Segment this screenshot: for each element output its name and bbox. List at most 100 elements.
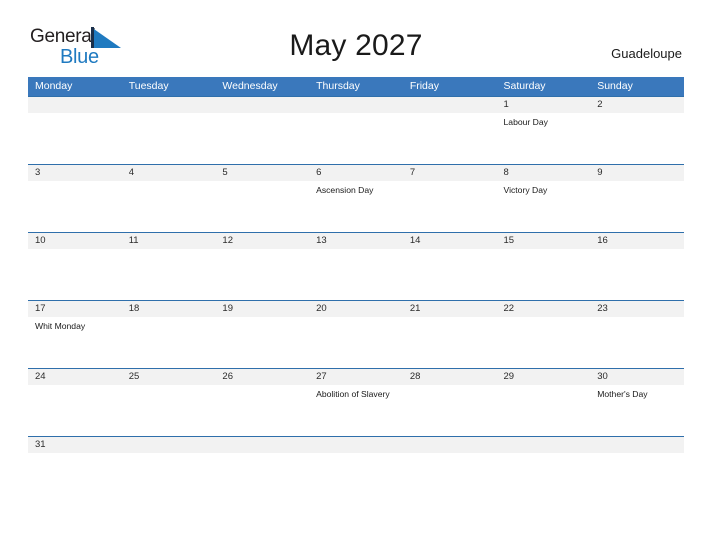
day-number[interactable]: 16: [590, 233, 684, 249]
week-event-strip: Abolition of Slavery Mother's Day: [28, 385, 684, 436]
day-event: [215, 113, 309, 164]
day-number[interactable]: [403, 97, 497, 113]
day-number[interactable]: 28: [403, 369, 497, 385]
day-event: [122, 113, 216, 164]
day-event: [403, 249, 497, 300]
week-event-strip: Whit Monday: [28, 317, 684, 368]
day-event: Labour Day: [503, 117, 548, 127]
week-event-strip: Labour Day: [28, 113, 684, 164]
day-number[interactable]: [590, 437, 684, 453]
day-number[interactable]: 23: [590, 301, 684, 317]
day-event: [590, 181, 684, 232]
day-number[interactable]: 1: [497, 97, 591, 113]
day-event: [215, 249, 309, 300]
day-number[interactable]: [403, 437, 497, 453]
day-number[interactable]: [122, 97, 216, 113]
day-number[interactable]: 8: [497, 165, 591, 181]
day-number[interactable]: [28, 97, 122, 113]
day-number[interactable]: 11: [122, 233, 216, 249]
day-event: [497, 385, 591, 436]
day-number[interactable]: 27: [309, 369, 403, 385]
day-event: Abolition of Slavery: [316, 389, 390, 399]
weekday-header-wednesday: Wednesday: [222, 80, 278, 92]
day-number[interactable]: 4: [122, 165, 216, 181]
day-event: [309, 249, 403, 300]
day-event: Ascension Day: [316, 185, 374, 195]
day-event: [28, 113, 122, 164]
day-number[interactable]: 15: [497, 233, 591, 249]
day-event: [28, 249, 122, 300]
day-number[interactable]: 20: [309, 301, 403, 317]
day-number[interactable]: 25: [122, 369, 216, 385]
day-event: [215, 181, 309, 232]
day-event: [309, 113, 403, 164]
day-number[interactable]: [122, 437, 216, 453]
calendar-week-row: 10 11 12 13 14 15 16: [28, 232, 684, 300]
weekday-header-row: Monday Tuesday Wednesday Thursday Friday…: [28, 77, 684, 96]
day-number[interactable]: 22: [497, 301, 591, 317]
day-event: [403, 181, 497, 232]
day-event: Whit Monday: [35, 321, 86, 331]
day-event: [497, 317, 591, 368]
day-event: [403, 113, 497, 164]
calendar-week-row: 31: [28, 436, 684, 475]
day-event: [590, 113, 684, 164]
day-event: [122, 249, 216, 300]
week-date-strip: 17 18 19 20 21 22 23: [28, 301, 684, 317]
day-event: [215, 385, 309, 436]
day-event: Mother's Day: [597, 389, 648, 399]
day-event: [590, 317, 684, 368]
page-title: May 2027: [289, 29, 423, 62]
day-number[interactable]: [309, 97, 403, 113]
day-event: [215, 453, 309, 475]
day-number[interactable]: 24: [28, 369, 122, 385]
day-event: [309, 317, 403, 368]
week-date-strip: 31: [28, 437, 684, 453]
location-label: Guadeloupe: [611, 46, 682, 61]
day-event: [122, 181, 216, 232]
day-number[interactable]: 7: [403, 165, 497, 181]
week-date-strip: 1 2: [28, 97, 684, 113]
calendar-week-row: 17 18 19 20 21 22 23 Whit Monday: [28, 300, 684, 368]
calendar-grid: Monday Tuesday Wednesday Thursday Friday…: [28, 77, 684, 475]
day-number[interactable]: 14: [403, 233, 497, 249]
day-number[interactable]: [215, 97, 309, 113]
day-event: [497, 249, 591, 300]
day-number[interactable]: 19: [215, 301, 309, 317]
day-event: [309, 453, 403, 475]
page-header: General Blue May 2027 Guadeloupe: [0, 0, 712, 76]
day-number[interactable]: 10: [28, 233, 122, 249]
day-number[interactable]: [497, 437, 591, 453]
day-event: [590, 249, 684, 300]
calendar-week-row: 1 2 Labour Day: [28, 96, 684, 164]
day-number[interactable]: 17: [28, 301, 122, 317]
week-event-strip: [28, 249, 684, 300]
day-number[interactable]: 5: [215, 165, 309, 181]
day-number[interactable]: 6: [309, 165, 403, 181]
weekday-header-thursday: Thursday: [316, 80, 360, 92]
day-number[interactable]: [309, 437, 403, 453]
weekday-header-sunday: Sunday: [597, 80, 633, 92]
day-number[interactable]: 12: [215, 233, 309, 249]
day-number[interactable]: 21: [403, 301, 497, 317]
day-number[interactable]: 13: [309, 233, 403, 249]
weekday-header-saturday: Saturday: [503, 80, 546, 92]
day-event: [28, 385, 122, 436]
week-date-strip: 24 25 26 27 28 29 30: [28, 369, 684, 385]
day-number[interactable]: 31: [28, 437, 122, 453]
day-number[interactable]: 2: [590, 97, 684, 113]
day-event: [403, 385, 497, 436]
day-number[interactable]: 18: [122, 301, 216, 317]
day-event: [28, 181, 122, 232]
day-event: [122, 385, 216, 436]
week-event-strip: Ascension Day Victory Day: [28, 181, 684, 232]
day-number[interactable]: 9: [590, 165, 684, 181]
week-event-strip: [28, 453, 684, 475]
day-number[interactable]: 26: [215, 369, 309, 385]
day-number[interactable]: [215, 437, 309, 453]
day-number[interactable]: 29: [497, 369, 591, 385]
day-event: Victory Day: [503, 185, 548, 195]
day-number[interactable]: 3: [28, 165, 122, 181]
day-number[interactable]: 30: [590, 369, 684, 385]
day-event: [122, 453, 216, 475]
